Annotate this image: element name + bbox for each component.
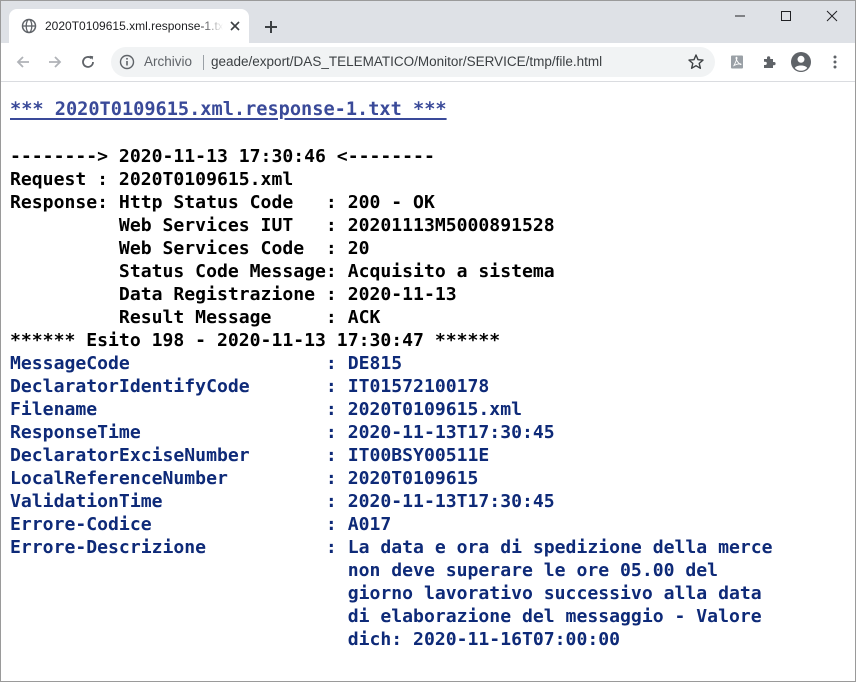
tab-strip: 2020T0109615.xml.response-1.txt <box>1 1 855 43</box>
report-line: di elaborazione del messaggio - Valore <box>10 606 762 627</box>
address-bar[interactable]: Archivio geade/export/DAS_TELEMATICO/Mon… <box>111 47 715 77</box>
maximize-icon[interactable] <box>763 1 809 31</box>
address-divider <box>203 55 204 70</box>
puzzle-icon[interactable] <box>757 50 781 74</box>
report-line: Response: Http Status Code : 200 - OK <box>10 192 435 213</box>
pdf-extension-icon[interactable] <box>725 50 749 74</box>
report-line: LocalReferenceNumber : 2020T0109615 <box>10 468 479 489</box>
report-line: Request : 2020T0109615.xml <box>10 169 294 190</box>
minimize-icon[interactable] <box>717 1 763 31</box>
report-line: DeclaratorExciseNumber : IT00BSY00511E <box>10 445 490 466</box>
report-line: Data Registrazione : 2020-11-13 <box>10 284 457 305</box>
star-icon[interactable] <box>687 53 705 71</box>
report-line: Web Services Code : 20 <box>10 238 370 259</box>
page-title-link[interactable]: *** 2020T0109615.xml.response-1.txt *** <box>10 98 447 122</box>
back-arrow-icon[interactable] <box>9 48 37 76</box>
report-line: ValidationTime : 2020-11-13T17:30:45 <box>10 491 555 512</box>
report-line: ResponseTime : 2020-11-13T17:30:45 <box>10 422 555 443</box>
report-line: Filename : 2020T0109615.xml <box>10 399 522 420</box>
browser-window: 2020T0109615.xml.response-1.txt Archivio… <box>0 0 856 682</box>
profile-icon[interactable] <box>789 50 813 74</box>
tab-close-icon[interactable] <box>227 18 243 34</box>
report-line: DeclaratorIdentifyCode : IT01572100178 <box>10 376 490 397</box>
report-line: giorno lavorativo successivo alla data <box>10 583 762 604</box>
tab-title: 2020T0109615.xml.response-1.txt <box>45 19 223 33</box>
report-line: non deve superare le ore 05.00 del <box>10 560 719 581</box>
more-vert-icon[interactable] <box>823 50 847 74</box>
globe-icon <box>21 18 37 34</box>
report-line: ****** Esito 198 - 2020-11-13 17:30:47 *… <box>10 330 501 351</box>
response-report: --------> 2020-11-13 17:30:46 <-------- R… <box>10 145 773 651</box>
report-line: dich: 2020-11-16T07:00:00 <box>10 629 621 650</box>
security-label: Archivio <box>144 54 193 69</box>
close-icon[interactable] <box>809 1 855 31</box>
active-tab[interactable]: 2020T0109615.xml.response-1.txt <box>9 9 249 43</box>
url-text[interactable]: geade/export/DAS_TELEMATICO/Monitor/SERV… <box>211 54 602 70</box>
report-line: Result Message : ACK <box>10 307 381 328</box>
info-icon[interactable] <box>119 54 135 70</box>
navigation-toolbar: Archivio geade/export/DAS_TELEMATICO/Mon… <box>1 43 855 82</box>
report-line: Status Code Message: Acquisito a sistema <box>10 261 555 282</box>
report-line: --------> 2020-11-13 17:30:46 <-------- <box>10 146 435 167</box>
tab-title-fade <box>199 15 223 37</box>
report-line: Errore-Codice : A017 <box>10 514 392 535</box>
report-line: Web Services IUT : 20201113M5000891528 <box>10 215 555 236</box>
reload-icon[interactable] <box>74 48 102 76</box>
report-line: Errore-Descrizione : La data e ora di sp… <box>10 537 773 558</box>
page-content: *** 2020T0109615.xml.response-1.txt *** … <box>1 82 855 681</box>
report-line: MessageCode : DE815 <box>10 353 403 374</box>
forward-arrow-icon[interactable] <box>41 48 69 76</box>
new-tab-icon[interactable] <box>259 15 283 39</box>
